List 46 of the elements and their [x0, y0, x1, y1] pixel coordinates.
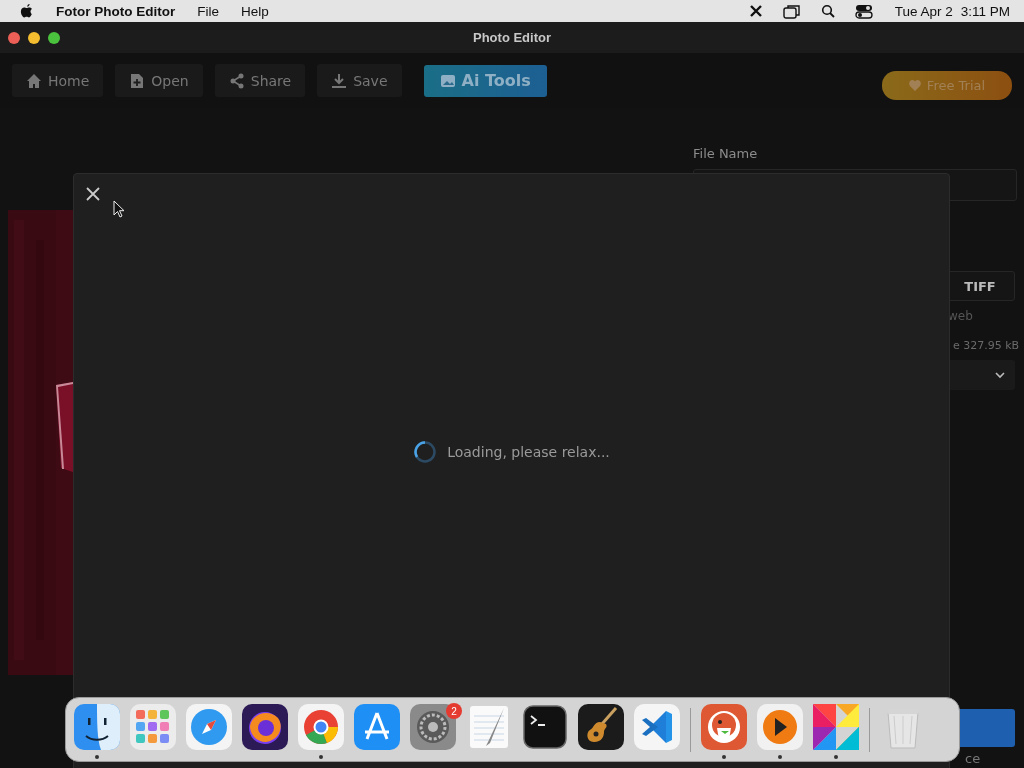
windows-icon[interactable]	[782, 3, 801, 19]
guitar-icon[interactable]	[578, 704, 624, 750]
terminal-icon[interactable]	[522, 704, 568, 750]
toolbar-button[interactable]: Home	[12, 64, 104, 97]
pointer-cursor-icon	[113, 200, 125, 218]
toolbar-button[interactable]: Ai Tools	[423, 64, 547, 97]
window-title: Photo Editor	[472, 30, 552, 45]
download-icon	[331, 72, 348, 89]
color-wheel-icon[interactable]	[813, 704, 859, 750]
gear-icon[interactable]	[410, 704, 456, 750]
field-label: File Name	[693, 146, 758, 161]
menu-bar-time: 3:11 PM	[960, 3, 1010, 19]
cross-icon[interactable]	[748, 4, 763, 18]
notification-badge: 2	[446, 703, 462, 719]
close-icon[interactable]	[85, 186, 101, 202]
share-icon	[228, 72, 245, 89]
search-icon[interactable]	[820, 4, 835, 18]
zoom-window-button[interactable]	[48, 31, 60, 44]
heart-icon	[908, 80, 921, 91]
app-grid-icon[interactable]	[130, 704, 176, 750]
apple-icon[interactable]	[20, 3, 34, 19]
footer-text: ce	[965, 751, 981, 766]
toolbar-button[interactable]: Share	[214, 64, 306, 97]
round-browser-icon[interactable]	[298, 704, 344, 750]
image-icon	[439, 72, 456, 89]
menu-item[interactable]: Help	[241, 3, 269, 19]
code-editor-icon[interactable]	[634, 704, 680, 750]
chevron-down-icon	[995, 371, 1005, 379]
letter-a-icon[interactable]	[354, 704, 400, 750]
play-icon[interactable]	[757, 704, 803, 750]
compass-icon[interactable]	[186, 704, 232, 750]
add-file-icon	[129, 72, 146, 89]
toolbar-button[interactable]: Save	[317, 64, 402, 97]
menu-item[interactable]: File	[197, 3, 219, 19]
menu-bar-date: Tue Apr 2	[894, 3, 953, 19]
home-icon	[26, 72, 42, 89]
app-name-menu[interactable]: Fotor Photo Editor	[56, 3, 176, 19]
loading-text: Loading, please relax...	[447, 444, 610, 460]
duck-icon[interactable]	[701, 704, 747, 750]
minimize-window-button[interactable]	[28, 31, 40, 44]
file-size-text: e 327.95 kB	[953, 339, 1020, 352]
smiling-face-icon[interactable]	[74, 704, 120, 750]
toolbar-button[interactable]: Open	[115, 64, 203, 97]
spinner-icon	[413, 440, 438, 464]
toggles-icon[interactable]	[854, 3, 873, 19]
close-window-button[interactable]	[8, 31, 20, 44]
